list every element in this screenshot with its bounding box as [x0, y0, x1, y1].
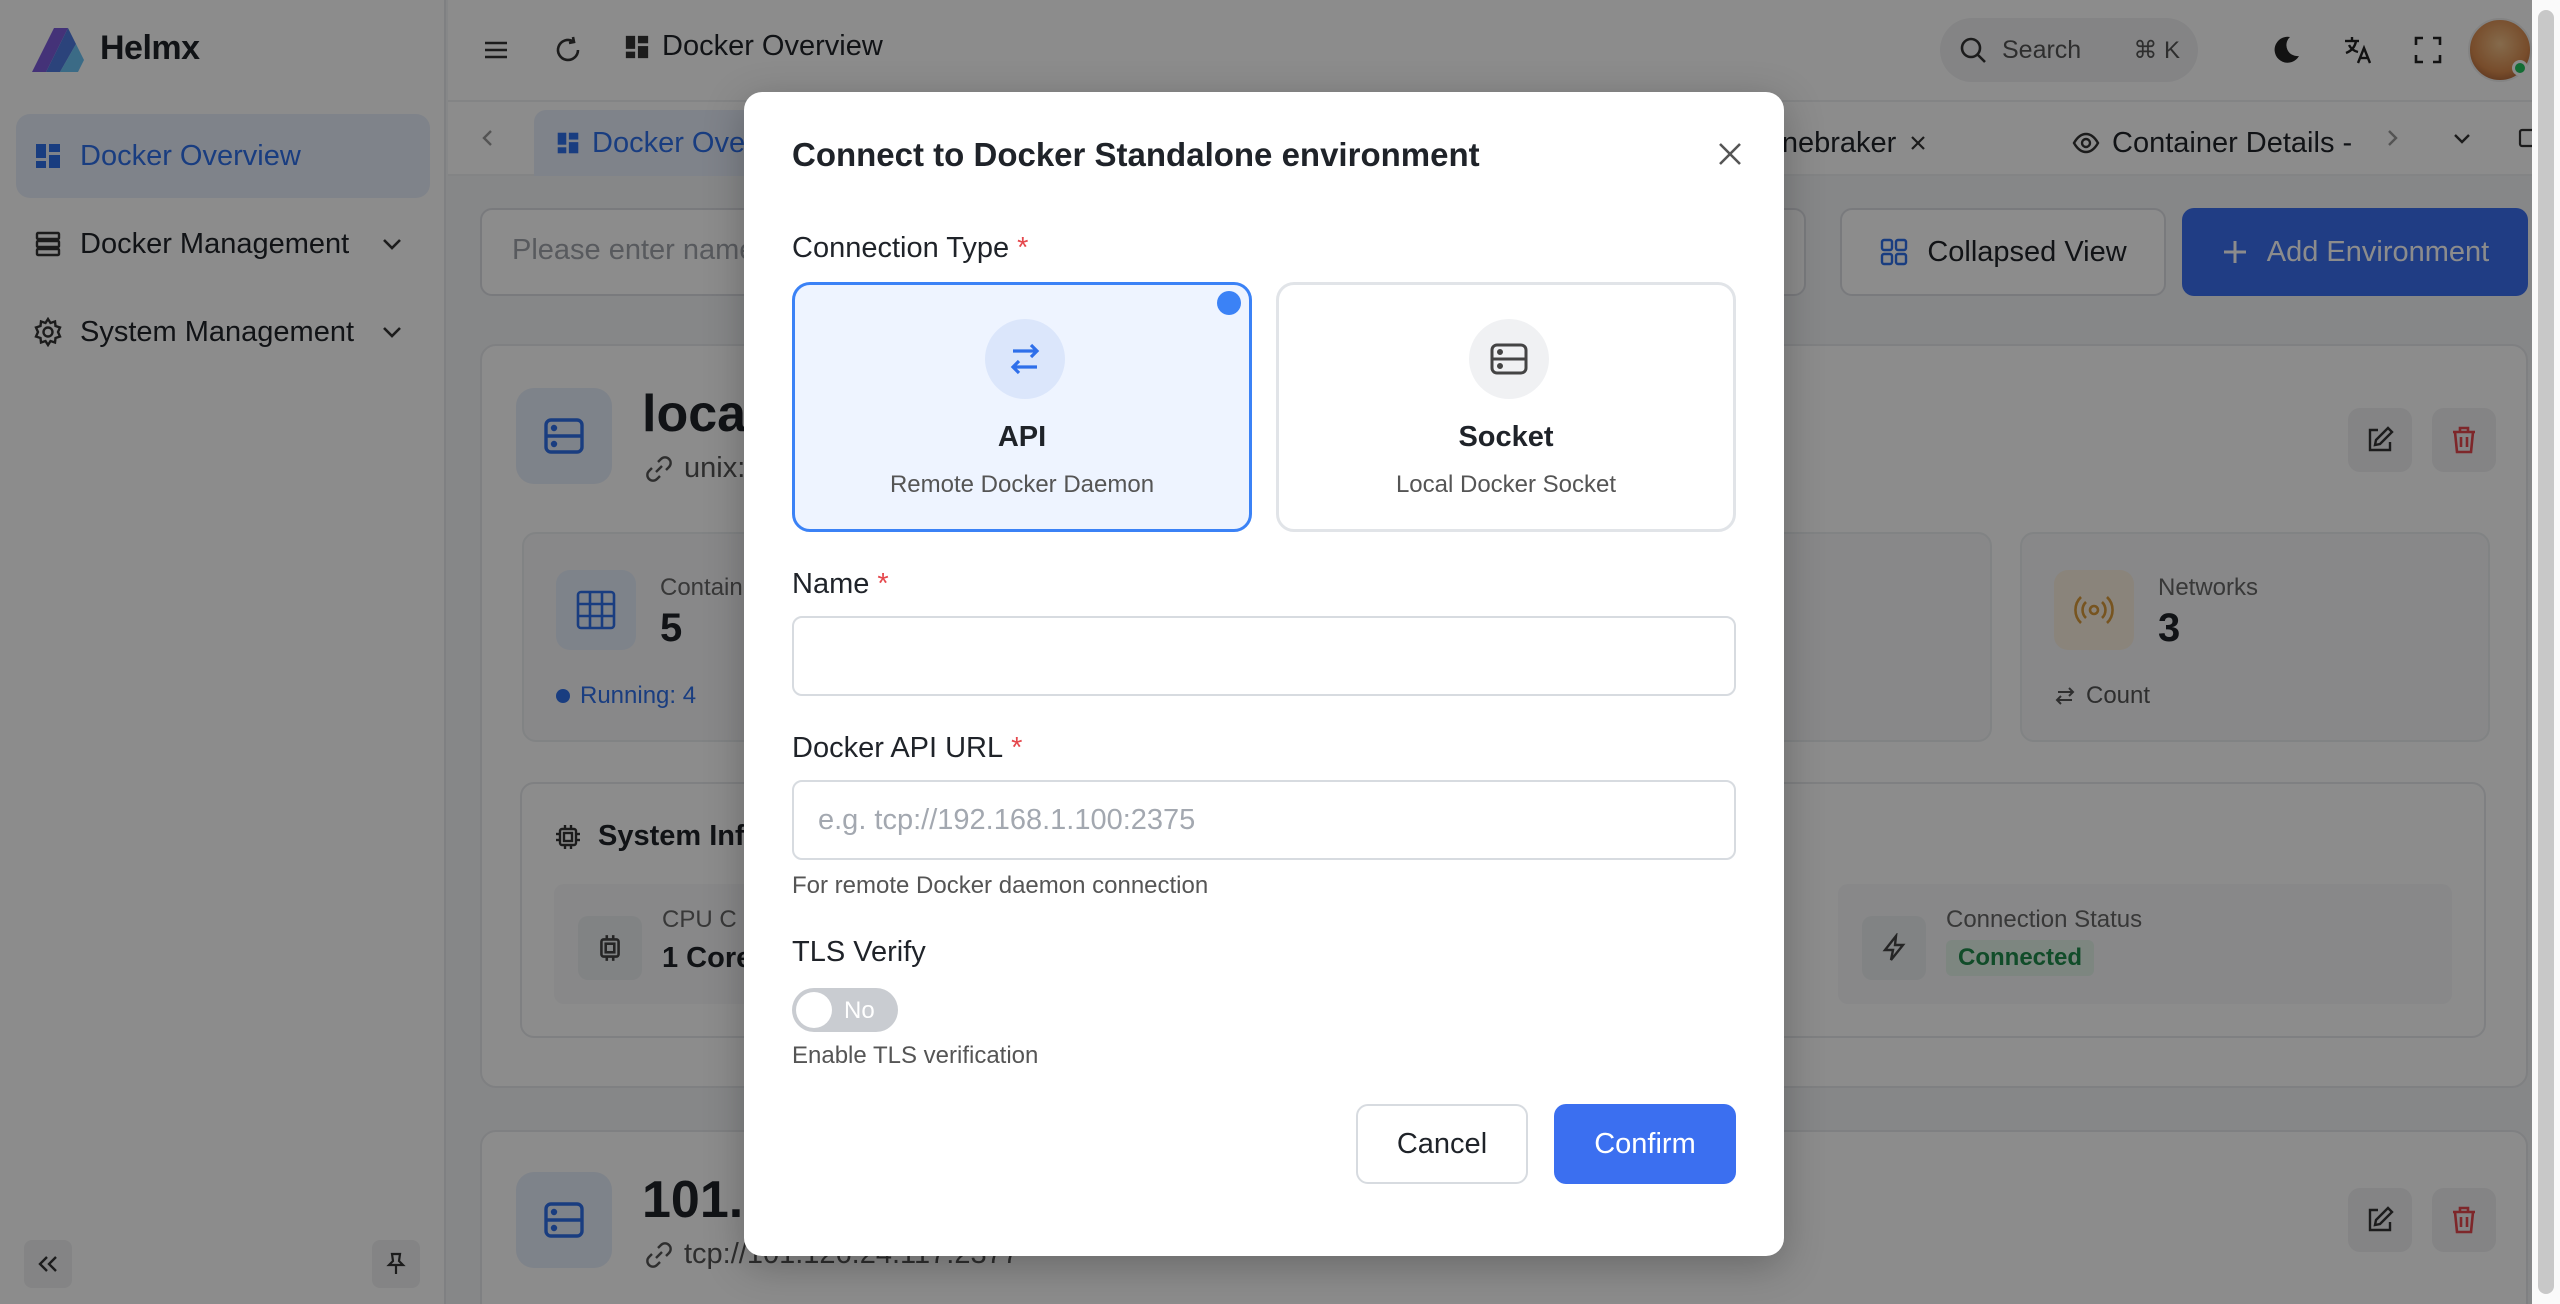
name-input[interactable] — [792, 616, 1736, 696]
connection-option-name: Socket — [1458, 421, 1554, 453]
docker-api-url-input[interactable] — [792, 780, 1736, 860]
docker-api-url-help: For remote Docker daemon connection — [792, 872, 1209, 899]
close-dialog-button[interactable] — [1708, 132, 1752, 176]
connection-option-desc: Local Docker Socket — [1395, 471, 1617, 498]
tls-verify-help: Enable TLS verification — [792, 1042, 1039, 1069]
close-icon — [1719, 143, 1741, 165]
connection-option-name: API — [997, 421, 1047, 453]
connect-environment-dialog: Connect to Docker Standalone environment… — [744, 92, 1784, 1256]
connection-type-label: Connection Type * — [792, 232, 1029, 264]
docker-api-url-label: Docker API URL * — [792, 732, 1023, 764]
name-label: Name * — [792, 568, 889, 600]
server-icon — [1469, 319, 1549, 399]
dialog-title: Connect to Docker Standalone environment — [792, 136, 1480, 173]
toggle-knob — [796, 992, 832, 1028]
connection-option-api[interactable]: API Remote Docker Daemon — [792, 282, 1252, 532]
toggle-state-text: No — [844, 997, 875, 1024]
tls-verify-label: TLS Verify — [792, 936, 926, 968]
scrollbar-thumb[interactable] — [2538, 10, 2554, 1294]
swap-arrows-icon — [985, 319, 1065, 399]
connection-option-socket[interactable]: Socket Local Docker Socket — [1276, 282, 1736, 532]
selected-indicator — [1217, 291, 1241, 315]
tls-verify-toggle[interactable]: No — [792, 988, 898, 1032]
connection-option-desc: Remote Docker Daemon — [889, 471, 1155, 498]
cancel-button[interactable]: Cancel — [1356, 1104, 1528, 1184]
confirm-button[interactable]: Confirm — [1554, 1104, 1736, 1184]
